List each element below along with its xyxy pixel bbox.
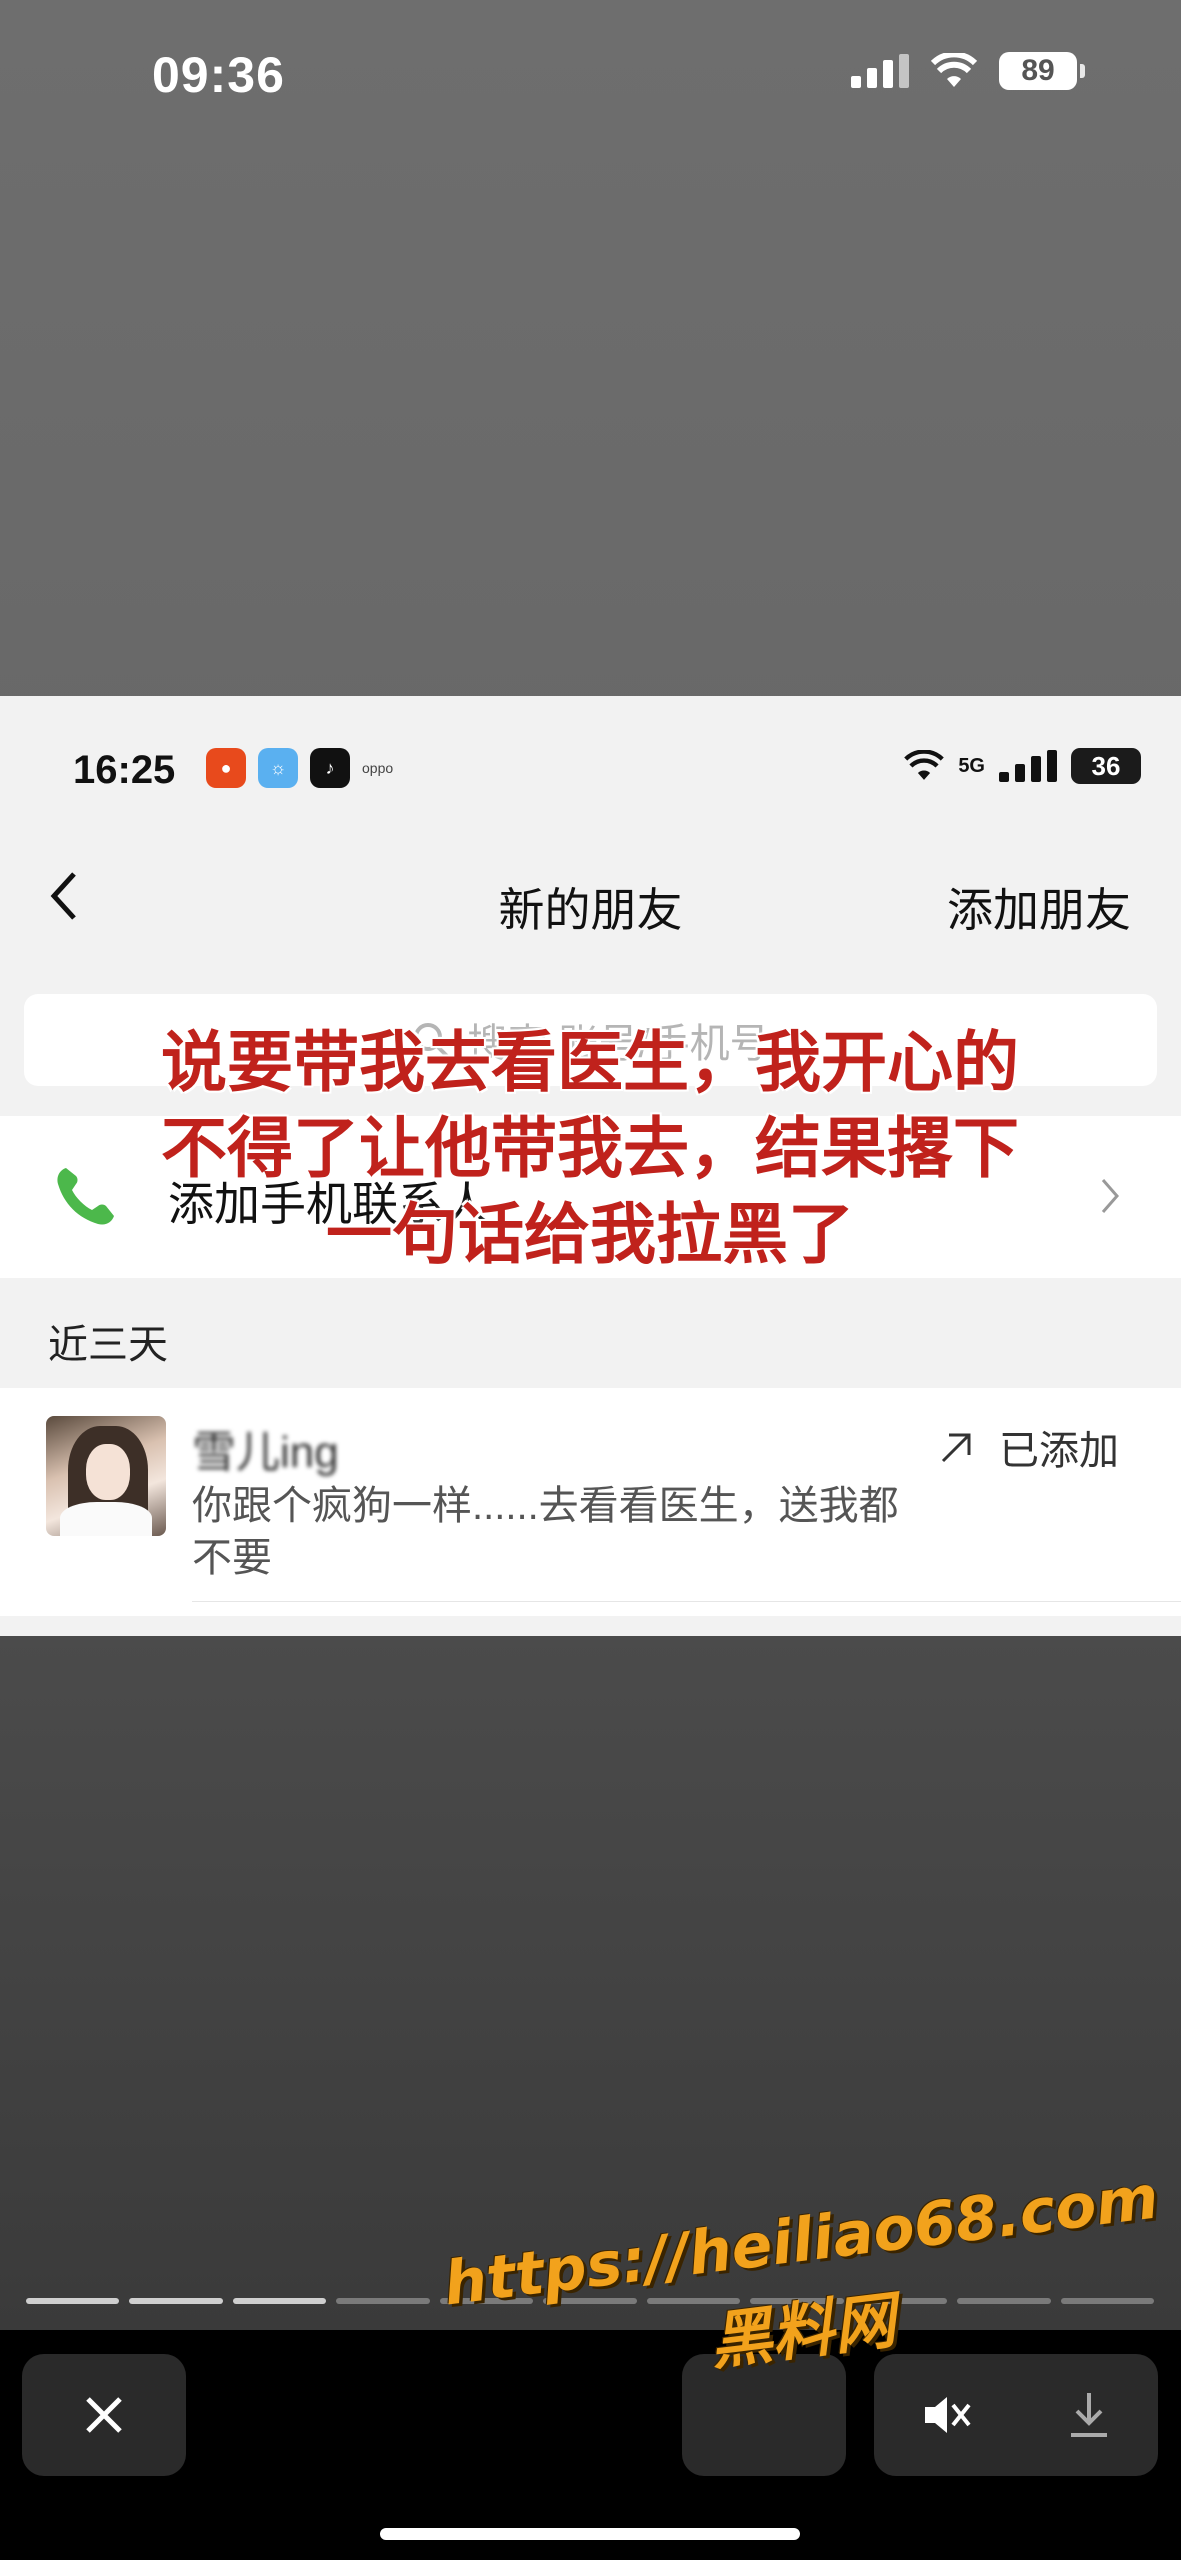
phone-icon [57, 1168, 114, 1225]
chevron-right-icon [1101, 1179, 1119, 1213]
status-icons: 89 [851, 52, 1085, 90]
status-time: 09:36 [152, 47, 285, 103]
added-status-label: 已添加 [999, 1429, 1119, 1473]
divider [192, 1601, 1181, 1602]
home-indicator [380, 2528, 800, 2540]
weather-icon: ☼ [258, 748, 298, 788]
friend-name: 雪儿ing [192, 1428, 339, 1477]
outer-status-bar: 09:36 89 [0, 0, 1181, 160]
overlay-caption: 说要带我去看医生，我开心的不得了让他带我去，结果撂下一句话给我拉黑了 [161, 1024, 1019, 1273]
add-friend-button[interactable]: 添加朋友 [947, 874, 1131, 940]
media-controls [874, 2354, 1158, 2476]
avatar [46, 1416, 166, 1536]
battery-level: 89 [1021, 54, 1055, 87]
progress-segment [26, 2298, 120, 2304]
app-notification-icon: ● [206, 748, 246, 788]
progress-segment [232, 2298, 327, 2304]
progress-segment [129, 2298, 223, 2304]
network-type: 5G [958, 754, 985, 777]
signal-icon [851, 54, 909, 88]
friend-request-item[interactable]: 雪儿ing 你跟个疯狗一样......去看看医生，送我都不要 已添加 [0, 1388, 1181, 1616]
friend-message: 你跟个疯狗一样......去看看医生，送我都不要 [192, 1484, 899, 1580]
inner-status-time: 16:25 [73, 748, 176, 792]
close-icon [86, 2397, 122, 2433]
inner-battery-level: 36 [1091, 750, 1121, 781]
inner-status-bar: 16:25 ● ☼ ♪ oppo 5G 36 [0, 696, 1181, 836]
tiktok-icon: ♪ [310, 748, 350, 788]
battery-indicator: 89 [999, 52, 1085, 90]
progress-segment [336, 2298, 430, 2304]
oppo-icon: oppo [362, 760, 394, 776]
download-icon[interactable] [1065, 2389, 1113, 2441]
arrow-up-right-icon [941, 1433, 971, 1463]
inner-status-icons: 5G 36 [904, 748, 1141, 784]
nav-bar: 新的朋友 添加朋友 [0, 836, 1181, 956]
inner-battery: 36 [1071, 748, 1141, 784]
wifi-icon [904, 750, 945, 780]
close-button[interactable] [22, 2354, 186, 2476]
mute-icon[interactable] [919, 2391, 975, 2439]
cell-signal-icon [999, 750, 1057, 782]
added-status: 已添加 [935, 1418, 1119, 1476]
wifi-icon [931, 53, 977, 87]
notification-icons: ● ☼ ♪ oppo [206, 748, 393, 788]
section-header: 近三天 [48, 1323, 168, 1367]
